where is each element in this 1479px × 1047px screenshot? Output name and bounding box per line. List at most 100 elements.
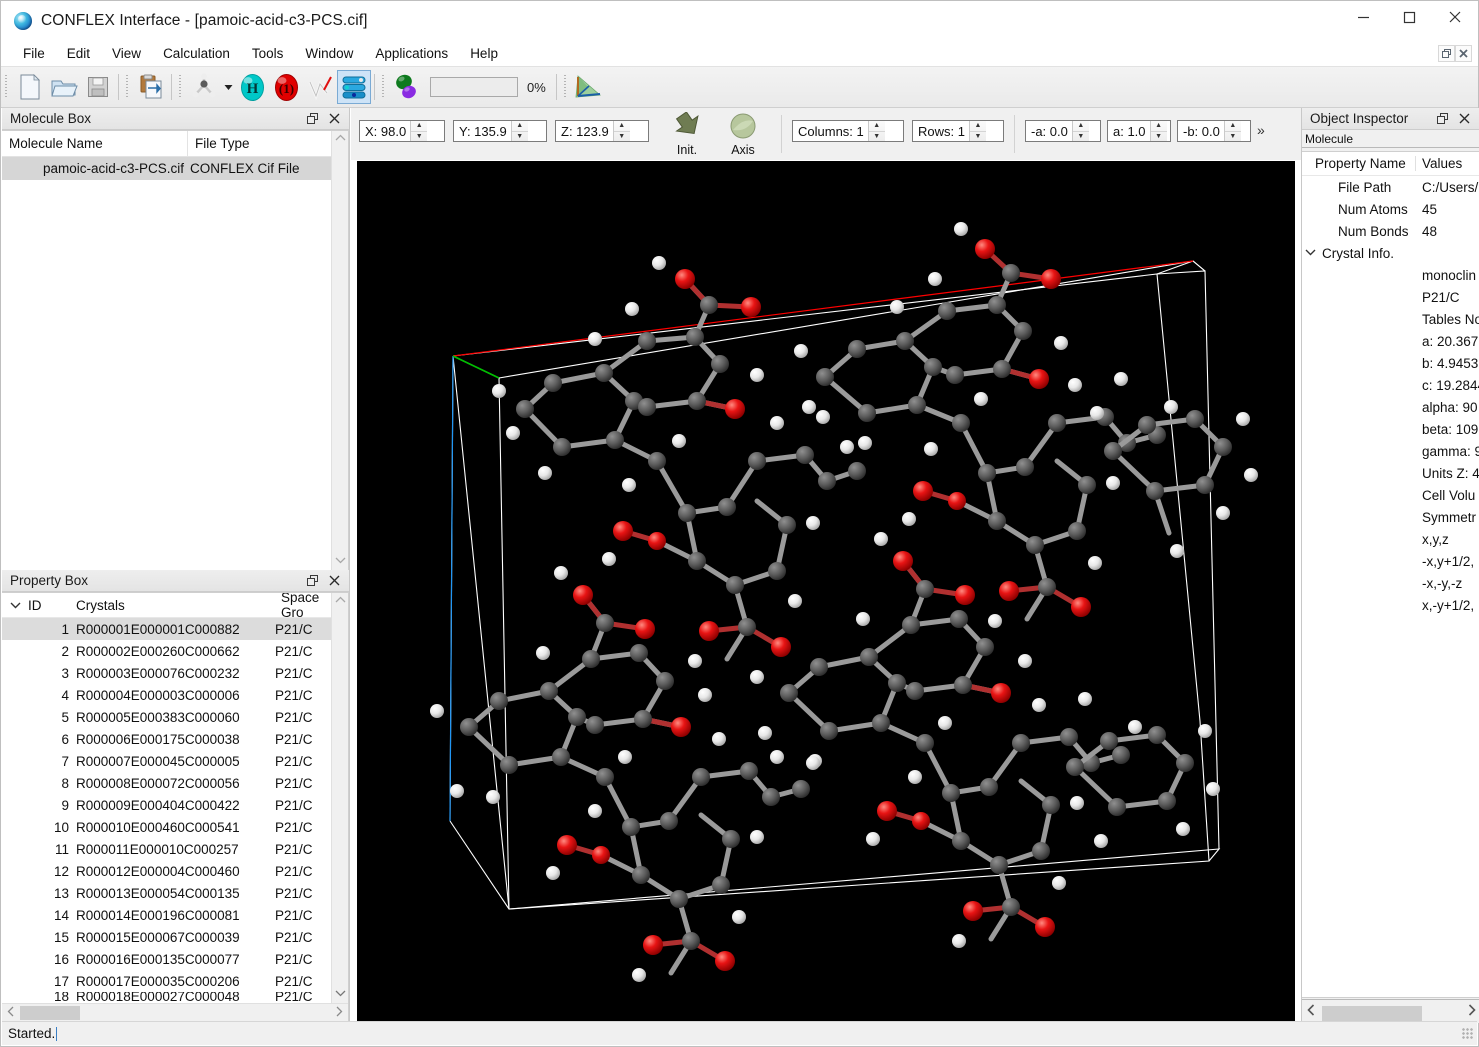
rotation-y-spinner[interactable]: Y: 135.9 ▲ ▼ bbox=[453, 120, 547, 142]
spin-up-icon[interactable]: ▲ bbox=[613, 121, 630, 132]
crystal-table-row[interactable]: 15 R000015E000067C000039 P21/C bbox=[2, 926, 331, 948]
object-inspector-row[interactable]: Crystal Info. bbox=[1302, 242, 1479, 264]
menu-calculation[interactable]: Calculation bbox=[163, 46, 230, 61]
init-button[interactable]: Init. bbox=[659, 112, 715, 157]
column-header-values[interactable]: Values bbox=[1416, 156, 1479, 171]
charge-atom-button[interactable]: (1) bbox=[269, 70, 303, 104]
crystal-table-row[interactable]: 16 R000016E000135C000077 P21/C bbox=[2, 948, 331, 970]
object-inspector-row[interactable]: a: 20.367 bbox=[1302, 330, 1479, 352]
rotation-z-spinner[interactable]: Z: 123.9 ▲ ▼ bbox=[555, 120, 649, 142]
hscroll-track[interactable] bbox=[1320, 1003, 1462, 1022]
toolbar-grip[interactable] bbox=[382, 75, 386, 99]
axis-tripod-button[interactable] bbox=[572, 70, 606, 104]
object-inspector-row[interactable]: beta: 109 bbox=[1302, 418, 1479, 440]
object-inspector-row[interactable]: -x,-y,-z bbox=[1302, 572, 1479, 594]
crystal-table-row[interactable]: 8 R000008E000072C000056 P21/C bbox=[2, 772, 331, 794]
spin-down-icon[interactable]: ▼ bbox=[1073, 132, 1089, 142]
object-inspector-row[interactable]: alpha: 90 bbox=[1302, 396, 1479, 418]
close-icon[interactable] bbox=[327, 112, 341, 126]
object-inspector-row[interactable]: -x,y+1/2, bbox=[1302, 550, 1479, 572]
column-header-file-type[interactable]: File Type bbox=[188, 131, 331, 156]
minus-a-spinner[interactable]: -a: 0.0 ▲ ▼ bbox=[1025, 120, 1101, 142]
crystal-layers-button[interactable] bbox=[337, 70, 371, 104]
dropdown-arrow-icon[interactable] bbox=[221, 70, 235, 104]
axis-button[interactable]: Axis bbox=[715, 112, 771, 157]
object-inspector-row[interactable]: x,-y+1/2, bbox=[1302, 594, 1479, 616]
spin-down-icon[interactable]: ▼ bbox=[411, 132, 427, 142]
measure-pen-button[interactable] bbox=[303, 70, 337, 104]
chevron-down-icon[interactable] bbox=[335, 556, 346, 567]
float-panel-icon[interactable] bbox=[305, 112, 319, 126]
crystal-table-row[interactable]: 3 R000003E000076C000232 P21/C bbox=[2, 662, 331, 684]
object-inspector-row[interactable]: monoclin bbox=[1302, 264, 1479, 286]
toolbar-grip[interactable] bbox=[179, 75, 183, 99]
chevron-left-icon[interactable] bbox=[2, 1005, 20, 1020]
minimize-button[interactable] bbox=[1340, 1, 1386, 33]
spin-up-icon[interactable]: ▲ bbox=[868, 121, 885, 132]
open-folder-button[interactable] bbox=[47, 70, 81, 104]
rotation-x-spinner[interactable]: X: 98.0 ▲ ▼ bbox=[359, 120, 445, 142]
crystal-table-row[interactable]: 10 R000010E000460C000541 P21/C bbox=[2, 816, 331, 838]
hscroll-thumb[interactable] bbox=[1322, 1005, 1422, 1022]
crystal-table-row[interactable]: 9 R000009E000404C000422 P21/C bbox=[2, 794, 331, 816]
chevron-right-icon[interactable] bbox=[1462, 1004, 1479, 1019]
spin-down-icon[interactable]: ▼ bbox=[970, 132, 986, 142]
chevron-right-icon[interactable] bbox=[330, 1005, 348, 1020]
float-panel-icon[interactable] bbox=[1435, 112, 1449, 126]
menu-file[interactable]: File bbox=[23, 46, 45, 61]
spin-up-icon[interactable]: ▲ bbox=[511, 121, 528, 132]
minus-b-spinner[interactable]: -b: 0.0 ▲ ▼ bbox=[1177, 120, 1251, 142]
spin-down-icon[interactable]: ▼ bbox=[1225, 132, 1241, 142]
molecule-list-row[interactable]: pamoic-acid-c3-PCS.cif CONFLEX Cif File bbox=[2, 157, 331, 180]
crystal-table-hscrollbar[interactable] bbox=[2, 1003, 348, 1021]
object-inspector-row[interactable]: c: 19.2844 bbox=[1302, 374, 1479, 396]
object-inspector-row[interactable]: P21/C bbox=[1302, 286, 1479, 308]
object-inspector-table[interactable]: Property Name Values File Path C:/Users/N… bbox=[1302, 151, 1479, 998]
toolbar-grip[interactable] bbox=[5, 75, 9, 99]
save-button[interactable] bbox=[81, 70, 115, 104]
molecule-model-button[interactable] bbox=[187, 70, 221, 104]
molecule-list[interactable]: Molecule Name File Type pamoic-acid-c3-P… bbox=[2, 130, 349, 570]
object-inspector-row[interactable]: File Path C:/Users/ bbox=[1302, 176, 1479, 198]
object-inspector-row[interactable]: Num Bonds 48 bbox=[1302, 220, 1479, 242]
rows-spinner[interactable]: Rows: 1 ▲ ▼ bbox=[912, 120, 1004, 142]
crystal-table-row[interactable]: 2 R000002E000260C000662 P21/C bbox=[2, 640, 331, 662]
crystal-table[interactable]: ID Crystals Space Gro 1 R000001E000001C00… bbox=[2, 593, 331, 1003]
spin-up-icon[interactable]: ▲ bbox=[969, 121, 986, 132]
hydrogen-atom-button[interactable]: H bbox=[235, 70, 269, 104]
column-header-molecule-name[interactable]: Molecule Name bbox=[2, 131, 188, 156]
chevron-up-icon[interactable] bbox=[335, 134, 346, 145]
toolbar-grip[interactable] bbox=[563, 75, 568, 99]
menu-edit[interactable]: Edit bbox=[67, 46, 90, 61]
spin-down-icon[interactable]: ▼ bbox=[869, 132, 885, 142]
molecule-3d-viewport[interactable] bbox=[357, 161, 1295, 1023]
columns-spinner[interactable]: Columns: 1 ▲ ▼ bbox=[792, 120, 904, 142]
column-header-id[interactable]: ID bbox=[28, 598, 76, 613]
hscroll-track[interactable] bbox=[20, 1004, 330, 1022]
close-button[interactable] bbox=[1432, 1, 1478, 33]
crystal-table-row[interactable]: 4 R000004E000003C000006 P21/C bbox=[2, 684, 331, 706]
a-spinner[interactable]: a: 1.0 ▲ ▼ bbox=[1107, 120, 1171, 142]
double-chevron-right-icon[interactable]: » bbox=[1257, 122, 1265, 138]
object-inspector-row[interactable]: Symmetr bbox=[1302, 506, 1479, 528]
crystal-table-row[interactable]: 1 R000001E000001C000882 P21/C bbox=[2, 618, 331, 640]
spin-up-icon[interactable]: ▲ bbox=[1224, 121, 1241, 132]
column-header-property-name[interactable]: Property Name bbox=[1302, 156, 1416, 171]
crystal-table-row[interactable]: 11 R000011E000010C000257 P21/C bbox=[2, 838, 331, 860]
crystal-table-scrollbar[interactable] bbox=[331, 593, 348, 1003]
object-inspector-row[interactable]: Units Z: 4 bbox=[1302, 462, 1479, 484]
conformation-search-button[interactable] bbox=[390, 70, 424, 104]
import-clipboard-button[interactable] bbox=[134, 70, 168, 104]
object-inspector-row[interactable]: gamma: 9 bbox=[1302, 440, 1479, 462]
object-inspector-row[interactable]: x,y,z bbox=[1302, 528, 1479, 550]
crystal-table-row[interactable]: 14 R000014E000196C000081 P21/C bbox=[2, 904, 331, 926]
maximize-button[interactable] bbox=[1386, 1, 1432, 33]
toolbar-grip[interactable] bbox=[126, 75, 130, 99]
chevron-down-icon[interactable] bbox=[335, 989, 346, 1000]
menu-view[interactable]: View bbox=[112, 46, 141, 61]
crystal-table-row[interactable]: 12 R000012E000004C000460 P21/C bbox=[2, 860, 331, 882]
tree-toggle-icon[interactable] bbox=[2, 601, 28, 609]
close-icon[interactable] bbox=[1457, 112, 1471, 126]
crystal-table-row[interactable]: 13 R000013E000054C000135 P21/C bbox=[2, 882, 331, 904]
object-inspector-row[interactable]: Tables No bbox=[1302, 308, 1479, 330]
